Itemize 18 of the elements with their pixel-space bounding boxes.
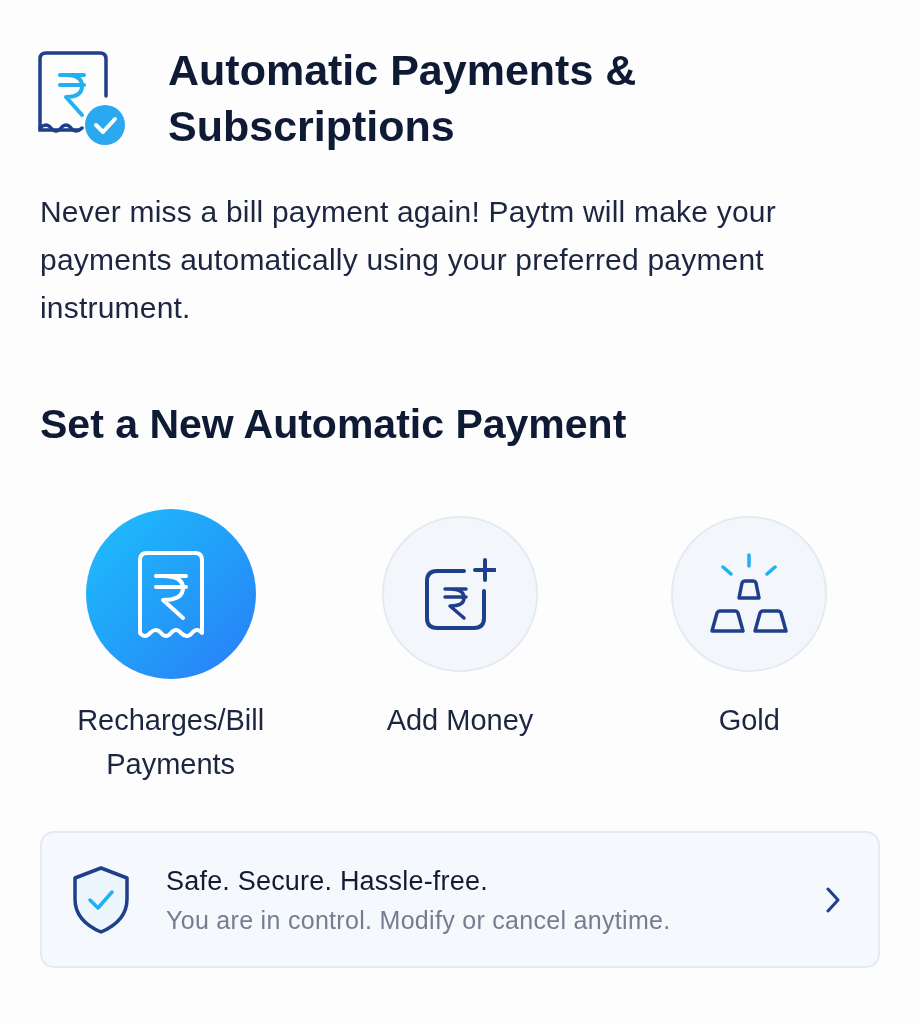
payment-option[interactable]: Add Money bbox=[315, 509, 605, 786]
rupee-plus-icon bbox=[424, 557, 496, 631]
option-label: Add Money bbox=[385, 703, 535, 738]
card-title: Safe. Secure. Hassle-free. bbox=[166, 864, 489, 897]
ingot-stack-icon bbox=[709, 553, 790, 635]
payment-option[interactable]: Recharges/Bill Payments bbox=[26, 509, 316, 786]
section-title: Set a New Automatic Payment bbox=[40, 400, 628, 448]
page-title: Automatic Payments & Subscriptions bbox=[168, 45, 638, 152]
payment-option[interactable]: Gold bbox=[604, 509, 894, 786]
option-label: Gold bbox=[717, 703, 781, 738]
chevron-right-icon bbox=[826, 886, 840, 913]
card-subtitle: You are in control. Modify or cancel anytime. bbox=[166, 904, 672, 935]
receipt-rupee-icon bbox=[136, 550, 205, 638]
option-label: Recharges/Bill Payments bbox=[76, 703, 266, 782]
receipt-check-icon bbox=[38, 50, 128, 146]
shield-check-icon bbox=[72, 864, 130, 935]
description-text: Never miss a bill payment again! Paytm will make your payments automatically using your preferred payment instrument. bbox=[40, 194, 777, 326]
security-info-card[interactable]: Safe. Secure. Hassle-free. You are in control. Modify or cancel anytime. bbox=[40, 831, 880, 968]
